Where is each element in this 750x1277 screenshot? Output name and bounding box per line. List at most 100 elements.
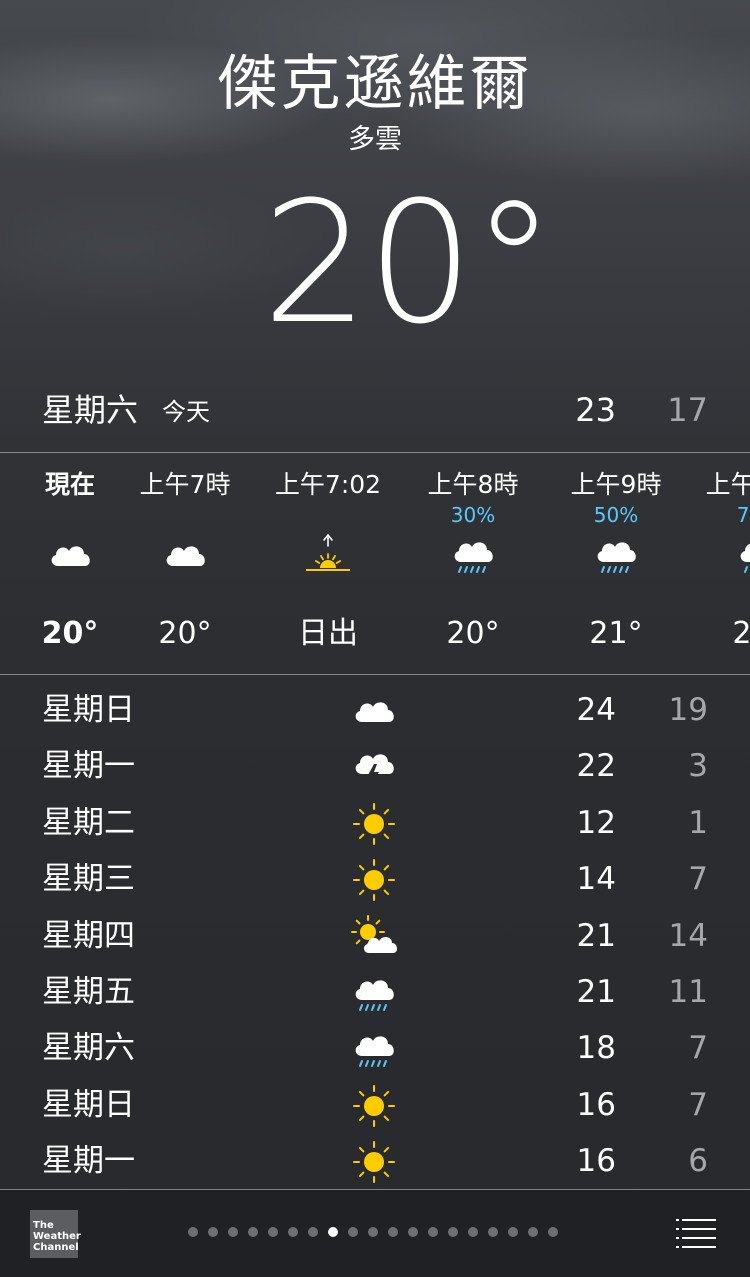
daily-forecast-row: 星期二 12 1 xyxy=(0,795,750,851)
page-dot[interactable] xyxy=(528,1227,538,1237)
page-dot[interactable] xyxy=(468,1227,478,1237)
rain-cloud-icon xyxy=(349,970,399,1016)
page-dot[interactable] xyxy=(388,1227,398,1237)
footer-bar: The Weather Channel xyxy=(0,1190,750,1277)
day-low-temp: 11 xyxy=(668,974,708,1010)
page-dot[interactable] xyxy=(328,1227,338,1237)
weather-channel-logo-text: Channel xyxy=(33,1242,79,1253)
day-low-temp: 3 xyxy=(688,748,708,785)
sun-icon xyxy=(349,801,399,847)
hourly-time: 上午7時 xyxy=(139,470,231,499)
day-name: 星期一 xyxy=(42,748,135,785)
sun-icon xyxy=(349,1139,399,1185)
hourly-temperature: 日出 xyxy=(298,616,358,651)
hourly-temperature: 21° xyxy=(732,616,750,651)
hourly-forecast-strip[interactable]: 現在 20° 上午7時 20° 上午7:02 日出 上午8時 30% 20° 上午9時 50% … xyxy=(0,454,750,673)
rain-cloud-icon xyxy=(591,532,641,582)
day-name: 星期日 xyxy=(42,692,135,728)
day-high-temp: 21 xyxy=(576,974,616,1010)
daily-forecast-row: 星期日 24 19 xyxy=(0,682,750,738)
divider xyxy=(0,674,750,675)
daily-forecast-row: 星期一 16 6 xyxy=(0,1133,750,1189)
current-condition: 多雲 xyxy=(348,124,402,155)
weather-channel-logo-text: Weather xyxy=(33,1231,81,1242)
page-dot[interactable] xyxy=(548,1227,558,1237)
page-dot[interactable] xyxy=(408,1227,418,1237)
hourly-temperature: 20° xyxy=(158,616,212,651)
day-high-temp: 16 xyxy=(576,1143,616,1180)
day-name: 星期二 xyxy=(42,804,135,841)
page-dot[interactable] xyxy=(488,1227,498,1237)
hourly-precipitation-chance: 30% xyxy=(450,503,496,527)
cloud-icon xyxy=(160,532,210,582)
sunrise-icon xyxy=(303,532,353,582)
day-name: 星期五 xyxy=(42,974,135,1010)
daily-forecast-row: 星期四 21 14 xyxy=(0,908,750,964)
sun-icon xyxy=(349,857,399,903)
day-low-temp: 6 xyxy=(688,1143,708,1180)
today-high-temp: 23 xyxy=(575,391,616,429)
hourly-temperature: 21° xyxy=(589,616,643,651)
page-dot[interactable] xyxy=(308,1227,318,1237)
day-high-temp: 16 xyxy=(576,1086,616,1123)
page-dot[interactable] xyxy=(368,1227,378,1237)
day-low-temp: 7 xyxy=(688,1086,708,1123)
daily-forecast-row: 星期日 16 7 xyxy=(0,1077,750,1133)
day-name: 星期六 xyxy=(42,1030,135,1067)
weather-channel-logo[interactable]: The Weather Channel xyxy=(30,1210,81,1258)
day-high-temp: 21 xyxy=(576,917,616,954)
day-high-temp: 22 xyxy=(576,748,616,785)
page-dot[interactable] xyxy=(228,1227,238,1237)
day-low-temp: 1 xyxy=(688,804,708,841)
thunderstorm-icon xyxy=(349,744,399,790)
page-dot[interactable] xyxy=(428,1227,438,1237)
daily-forecast-row: 星期三 14 7 xyxy=(0,851,750,907)
hourly-time: 上午10時 xyxy=(705,470,750,499)
day-name: 星期日 xyxy=(42,1086,135,1123)
day-name: 星期三 xyxy=(42,861,135,898)
today-day-name: 星期六 xyxy=(42,391,139,429)
page-dot[interactable] xyxy=(188,1227,198,1237)
weather-channel-logo-text: The xyxy=(33,1220,54,1231)
sun-icon xyxy=(349,1083,399,1129)
hourly-time: 上午9時 xyxy=(570,470,662,499)
day-low-temp: 7 xyxy=(688,861,708,898)
day-name: 星期一 xyxy=(42,1143,135,1180)
page-dot[interactable] xyxy=(208,1227,218,1237)
day-name: 星期四 xyxy=(42,917,135,954)
day-high-temp: 14 xyxy=(576,861,616,898)
page-dot[interactable] xyxy=(248,1227,258,1237)
daily-forecast-row: 星期六 18 7 xyxy=(0,1020,750,1076)
hourly-time: 上午8時 xyxy=(427,470,519,499)
rain-cloud-icon xyxy=(734,532,750,582)
city-name: 傑克遜維爾 xyxy=(217,49,533,119)
rain-cloud-icon xyxy=(349,1026,399,1072)
today-low-temp: 17 xyxy=(667,391,708,429)
current-temperature: 20° xyxy=(262,165,556,361)
hourly-precipitation-chance: 50% xyxy=(593,503,639,527)
page-dot[interactable] xyxy=(448,1227,458,1237)
weather-app: 傑克遜維爾 多雲 20° 星期六 今天 23 17 現在 20° 上午7時 20° 上午… xyxy=(0,0,750,1277)
day-high-temp: 18 xyxy=(576,1030,616,1067)
day-low-temp: 19 xyxy=(668,692,708,728)
page-dot[interactable] xyxy=(268,1227,278,1237)
page-dot[interactable] xyxy=(348,1227,358,1237)
today-label: 今天 xyxy=(162,398,210,426)
list-icon[interactable] xyxy=(672,1216,720,1252)
daily-forecast-row: 星期一 22 3 xyxy=(0,738,750,794)
day-low-temp: 7 xyxy=(688,1030,708,1067)
partly-cloudy-icon xyxy=(349,914,399,960)
hourly-time: 上午7:02 xyxy=(274,470,382,499)
cloud-icon xyxy=(349,688,399,734)
divider xyxy=(0,452,750,453)
day-high-temp: 24 xyxy=(576,692,616,728)
hourly-precipitation-chance: 70% xyxy=(736,503,750,527)
rain-cloud-icon xyxy=(448,532,498,582)
today-summary-row: 星期六 今天 23 17 xyxy=(0,388,750,434)
day-low-temp: 14 xyxy=(668,917,708,954)
daily-forecast-row: 星期五 21 11 xyxy=(0,964,750,1020)
cloud-icon xyxy=(45,532,95,582)
hourly-temperature: 20° xyxy=(446,616,500,651)
page-dot[interactable] xyxy=(508,1227,518,1237)
page-dot[interactable] xyxy=(288,1227,298,1237)
